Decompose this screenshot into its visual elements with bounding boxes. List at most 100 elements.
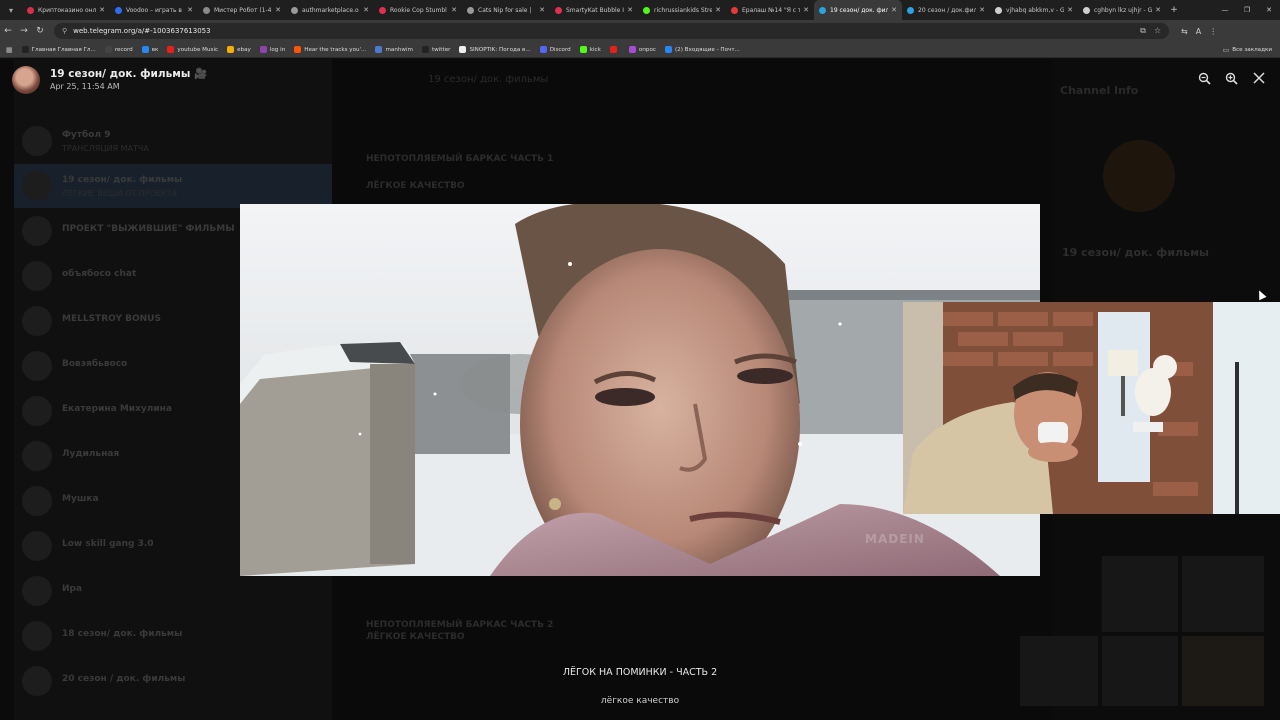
chat-name: Ира bbox=[62, 584, 83, 594]
bookmark-label: record bbox=[114, 46, 133, 53]
bookmark-item[interactable]: (2) Входящие - Почт... bbox=[664, 46, 740, 53]
close-tab-icon[interactable]: ✕ bbox=[275, 6, 281, 14]
zoom-out-icon[interactable] bbox=[1196, 70, 1212, 86]
forward-icon[interactable]: → bbox=[16, 20, 32, 42]
chat-name: Екатерина Михулина bbox=[62, 404, 172, 414]
bookmark-item[interactable] bbox=[609, 46, 620, 53]
streamer-webcam-overlay bbox=[903, 302, 1280, 514]
bookmark-item[interactable]: Hear the tracks you'... bbox=[294, 46, 366, 53]
new-tab-button[interactable]: + bbox=[1166, 5, 1182, 15]
bookmark-item[interactable]: manhwim bbox=[375, 46, 413, 53]
bookmark-item[interactable]: kick bbox=[579, 46, 601, 53]
tab-title: cghbyn lkz ujhjr - G bbox=[1094, 6, 1153, 14]
bookmark-star-icon[interactable]: ☆ bbox=[1154, 26, 1161, 36]
close-tab-icon[interactable]: ✕ bbox=[99, 6, 105, 14]
tab-favicon-icon bbox=[467, 6, 474, 14]
tab-title: 20 сезон / док.фил bbox=[918, 6, 977, 14]
site-info-icon[interactable]: ⚲ bbox=[62, 27, 67, 35]
zoom-in-icon[interactable] bbox=[1223, 70, 1239, 86]
close-tab-icon[interactable]: ✕ bbox=[803, 6, 809, 14]
chat-list-item[interactable]: 19 сезон/ док. фильмы ЛЁГКИЕ ВЕЩИ ОТ ПРОЕ… bbox=[14, 164, 332, 208]
chat-avatar bbox=[22, 531, 52, 561]
media-thumbnail bbox=[1182, 556, 1264, 632]
browser-tab[interactable]: 19 сезон/ док. фил ✕ bbox=[814, 0, 902, 20]
bookmark-item[interactable]: log in bbox=[259, 46, 286, 53]
bookmark-item[interactable]: опрос bbox=[628, 46, 656, 53]
close-tab-icon[interactable]: ✕ bbox=[1155, 6, 1161, 14]
back-icon[interactable]: ← bbox=[0, 20, 16, 42]
tab-favicon-icon bbox=[643, 6, 650, 14]
browser-tab[interactable]: authmarketplace.o ✕ bbox=[286, 0, 374, 20]
bookmark-item[interactable]: SINOPTIK: Погода в... bbox=[459, 46, 531, 53]
browser-tab[interactable]: SmartyKat Bubble I ✕ bbox=[550, 0, 638, 20]
tab-search-icon[interactable]: ▾ bbox=[0, 0, 22, 20]
bookmark-item[interactable]: ebay bbox=[227, 46, 251, 53]
chat-name: 19 сезон/ док. фильмы bbox=[62, 174, 183, 185]
close-window-icon[interactable]: ✕ bbox=[1258, 0, 1280, 20]
message-title: НЕПОТОПЛЯЕМЫЙ БАРКАС ЧАСТЬ 1 bbox=[366, 154, 554, 164]
address-text: web.telegram.org/a/#-1003637613053 bbox=[73, 27, 211, 35]
close-tab-icon[interactable]: ✕ bbox=[715, 6, 721, 14]
bookmark-item[interactable]: Discord bbox=[539, 46, 571, 53]
browser-tab[interactable]: 20 сезон / док.фил ✕ bbox=[902, 0, 990, 20]
close-tab-icon[interactable]: ✕ bbox=[187, 6, 193, 14]
sender-avatar[interactable] bbox=[12, 66, 40, 94]
browser-tab[interactable]: Cats Nip for sale | ✕ bbox=[462, 0, 550, 20]
address-bar[interactable]: ⚲ web.telegram.org/a/#-1003637613053 ⧉ ☆ bbox=[54, 23, 1169, 39]
close-tab-icon[interactable]: ✕ bbox=[979, 6, 985, 14]
minimize-icon[interactable]: — bbox=[1214, 0, 1236, 20]
close-tab-icon[interactable]: ✕ bbox=[451, 6, 457, 14]
chat-list-item[interactable]: 18 сезон/ док. фильмы bbox=[14, 614, 332, 658]
close-tab-icon[interactable]: ✕ bbox=[627, 6, 633, 14]
reload-icon[interactable]: ↻ bbox=[32, 20, 48, 42]
bookmark-item[interactable]: вк bbox=[141, 46, 159, 53]
extensions-icon[interactable]: ⇆ bbox=[1181, 27, 1188, 36]
bookmark-label: вк bbox=[151, 46, 159, 53]
bookmark-label: log in bbox=[269, 46, 286, 53]
apps-icon[interactable]: ▦ bbox=[6, 46, 13, 54]
chat-name: Лудильная bbox=[62, 449, 120, 459]
chat-name: MELLSTROY BONUS bbox=[62, 314, 161, 324]
tab-title: authmarketplace.o bbox=[302, 6, 359, 14]
tab-title: Ералаш №14 "Я с т bbox=[742, 6, 801, 14]
chat-avatar bbox=[22, 621, 52, 651]
install-app-icon[interactable]: ⧉ bbox=[1140, 26, 1146, 36]
message-subtitle: ЛЁГКОЕ КАЧЕСТВО bbox=[366, 181, 465, 191]
all-bookmarks[interactable]: ▭ Все закладки bbox=[1223, 46, 1272, 54]
close-tab-icon[interactable]: ✕ bbox=[363, 6, 369, 14]
webcam-image bbox=[903, 302, 1280, 514]
browser-tab[interactable]: cghbyn lkz ujhjr - G ✕ bbox=[1078, 0, 1166, 20]
chat-name: Low skill gang 3.0 bbox=[62, 539, 154, 549]
bookmark-label: SINOPTIK: Погода в... bbox=[469, 46, 531, 53]
profile-icon[interactable]: A bbox=[1196, 27, 1201, 36]
browser-tab[interactable]: Криптоказино онл ✕ bbox=[22, 0, 110, 20]
close-tab-icon[interactable]: ✕ bbox=[1067, 6, 1073, 14]
bookmark-favicon-icon bbox=[227, 46, 235, 53]
tab-favicon-icon bbox=[1083, 6, 1090, 14]
browser-tab[interactable]: richrussiankids Stre ✕ bbox=[638, 0, 726, 20]
close-tab-icon[interactable]: ✕ bbox=[539, 6, 545, 14]
bookmark-label: ebay bbox=[237, 46, 251, 53]
browser-tab[interactable]: Rookie Cop Stumbl ✕ bbox=[374, 0, 462, 20]
browser-tab[interactable]: Мистер Робот (1-4 ✕ bbox=[198, 0, 286, 20]
bookmark-item[interactable]: Главная Главная Гл... bbox=[21, 46, 96, 53]
media-caption-title: ЛЁГОК НА ПОМИНКИ - ЧАСТЬ 2 bbox=[562, 667, 718, 678]
close-tab-icon[interactable]: ✕ bbox=[891, 6, 897, 14]
tab-favicon-icon bbox=[115, 6, 122, 14]
browser-tab[interactable]: Ералаш №14 "Я с т ✕ bbox=[726, 0, 814, 20]
menu-icon[interactable]: ⋮ bbox=[1209, 27, 1217, 36]
bookmark-item[interactable]: record bbox=[104, 46, 133, 53]
browser-tab[interactable]: Voodoo – играть в ✕ bbox=[110, 0, 198, 20]
sender-name[interactable]: 19 сезон/ док. фильмы 🎥 bbox=[50, 67, 207, 80]
bookmark-favicon-icon bbox=[664, 46, 672, 53]
bookmark-item[interactable]: youtube Music bbox=[167, 46, 218, 53]
browser-tab[interactable]: vjhabq abkkm,v - G ✕ bbox=[990, 0, 1078, 20]
media-caption-subtitle: лёгкое качество bbox=[600, 696, 680, 706]
bookmark-item[interactable]: twitter bbox=[421, 46, 450, 53]
tab-title: Криптоказино онл bbox=[38, 6, 97, 14]
maximize-icon[interactable]: ❐ bbox=[1236, 0, 1258, 20]
bookmark-favicon-icon bbox=[294, 46, 302, 53]
chat-list-item[interactable]: Футбол 9 ТРАНСЛЯЦИЯ МАТЧА bbox=[14, 119, 332, 163]
chat-avatar bbox=[22, 216, 52, 246]
close-viewer-icon[interactable] bbox=[1251, 70, 1267, 86]
